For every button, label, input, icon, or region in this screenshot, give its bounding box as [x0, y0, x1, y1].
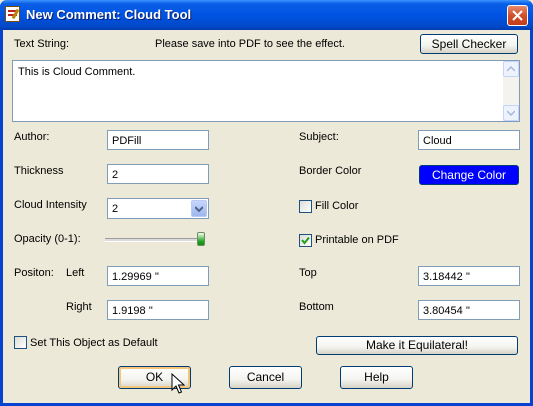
position-label: Positon:	[14, 267, 54, 279]
printable-checkbox[interactable]	[299, 234, 312, 247]
fill-color-label: Fill Color	[315, 200, 359, 212]
opacity-slider-thumb[interactable]	[197, 232, 205, 246]
pdf-comment-icon	[5, 6, 20, 22]
cloud-intensity-select[interactable]: 2	[107, 198, 209, 219]
top-input[interactable]: 3.18442 ''	[418, 266, 520, 286]
border-color-label: Border Color	[299, 165, 362, 177]
dropdown-button[interactable]	[191, 200, 207, 217]
top-label: Top	[299, 267, 317, 279]
author-label: Author:	[14, 131, 50, 143]
text-string-label: Text String:	[14, 38, 70, 50]
scroll-down-button[interactable]	[503, 105, 519, 121]
bottom-input[interactable]: 3.80454 ''	[418, 300, 520, 320]
right-input[interactable]: 1.9198 ''	[107, 300, 209, 320]
close-button[interactable]	[507, 5, 528, 26]
mouse-cursor-icon	[171, 373, 185, 394]
text-string-value: This is Cloud Comment.	[18, 66, 136, 78]
save-hint-text: Please save into PDF to see the effect.	[155, 38, 345, 50]
title-bar[interactable]: New Comment: Cloud Tool	[0, 0, 533, 30]
left-label: Left	[66, 267, 85, 279]
spell-checker-button[interactable]: Spell Checker	[420, 34, 518, 54]
subject-input[interactable]: Cloud	[418, 130, 520, 150]
chevron-up-icon	[507, 66, 515, 72]
window-title: New Comment: Cloud Tool	[26, 7, 192, 22]
change-color-button[interactable]: Change Color	[419, 165, 519, 185]
right-label: Right	[66, 301, 92, 313]
text-scrollbar[interactable]	[503, 61, 519, 121]
thickness-input[interactable]: 2	[107, 164, 209, 184]
chevron-down-icon	[195, 206, 203, 212]
help-button[interactable]: Help	[340, 366, 413, 389]
bottom-label: Bottom	[299, 301, 334, 313]
set-default-checkbox[interactable]	[14, 336, 27, 349]
cancel-button[interactable]: Cancel	[229, 366, 302, 389]
set-default-label: Set This Object as Default	[30, 337, 158, 349]
printable-label: Printable on PDF	[315, 234, 399, 246]
cloud-intensity-label: Cloud Intensity	[14, 199, 87, 211]
subject-label: Subject:	[299, 131, 339, 143]
text-string-input[interactable]: This is Cloud Comment.	[12, 60, 520, 122]
make-equilateral-button[interactable]: Make it Equilateral!	[316, 336, 518, 355]
scroll-up-button[interactable]	[503, 61, 519, 77]
chevron-down-icon	[507, 110, 515, 116]
author-input[interactable]: PDFill	[107, 130, 209, 150]
checkmark-icon	[301, 236, 310, 245]
opacity-label: Opacity (0-1):	[14, 233, 81, 245]
close-icon	[512, 10, 523, 21]
left-input[interactable]: 1.29969 ''	[107, 266, 209, 286]
cloud-intensity-value: 2	[112, 203, 119, 215]
thickness-label: Thickness	[14, 165, 64, 177]
fill-color-checkbox[interactable]	[299, 200, 312, 213]
opacity-slider-track[interactable]	[105, 238, 205, 242]
